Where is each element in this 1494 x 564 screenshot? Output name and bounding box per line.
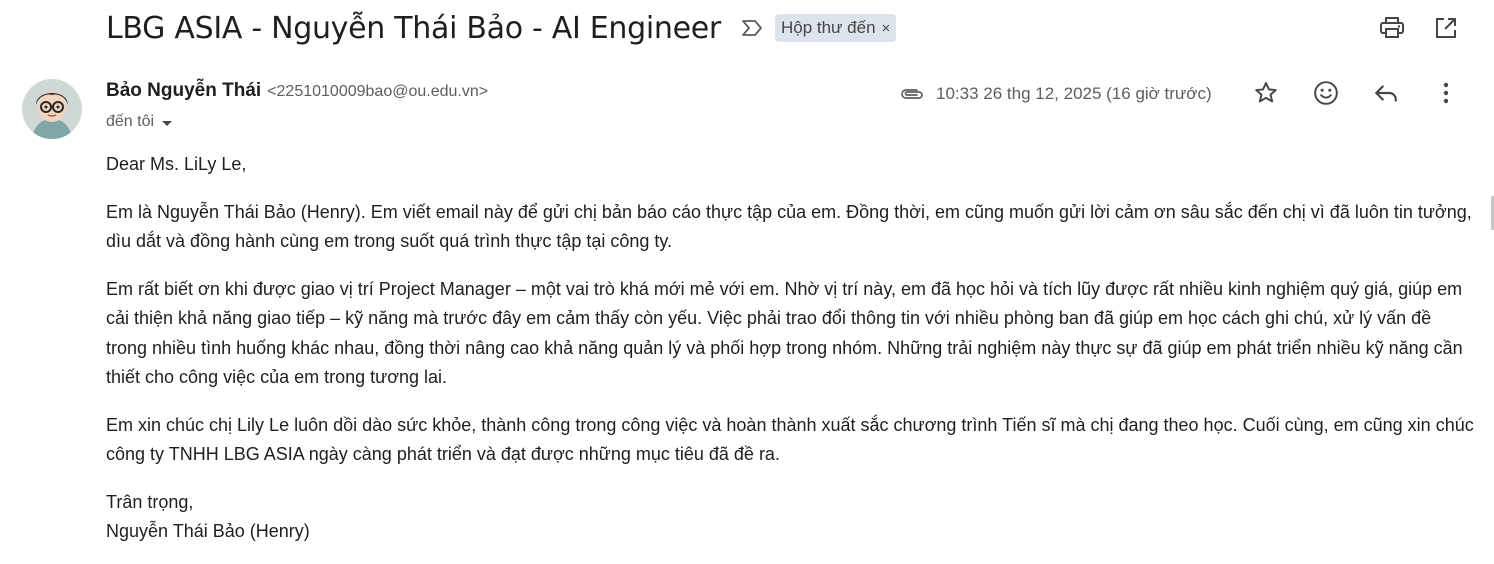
- email-closing: Trân trọng,: [106, 491, 194, 512]
- label-chip-text: Hộp thư đến: [780, 18, 876, 37]
- chevron-down-icon: [162, 120, 173, 126]
- subject-row: LBG ASIA - Nguyễn Thái Bảo - AI Engineer…: [106, 6, 897, 50]
- avatar[interactable]: [22, 79, 82, 139]
- print-icon[interactable]: [1376, 12, 1408, 44]
- message-meta: 10:33 26 thg 12, 2025 (16 giờ trước): [898, 80, 1212, 108]
- message-date: 10:33 26 thg 12, 2025 (16 giờ trước): [936, 84, 1212, 103]
- email-signature: Nguyễn Thái Bảo (Henry): [106, 521, 310, 541]
- email-paragraph: Em là Nguyễn Thái Bảo (Henry). Em viết e…: [106, 201, 1472, 252]
- top-actions: [1376, 12, 1462, 44]
- recipient-details-toggle[interactable]: đến tôi: [106, 113, 173, 131]
- label-chip-inbox[interactable]: Hộp thư đến ×: [774, 14, 897, 42]
- email-greeting: Dear Ms. LiLy Le,: [106, 154, 247, 174]
- star-icon[interactable]: [1250, 77, 1282, 109]
- label-remove-button[interactable]: ×: [882, 20, 891, 37]
- emoji-reaction-icon[interactable]: [1310, 77, 1342, 109]
- email-subject: LBG ASIA - Nguyễn Thái Bảo - AI Engineer: [106, 10, 721, 46]
- reply-icon[interactable]: [1370, 77, 1402, 109]
- sender-email: <2251010009bao@ou.edu.vn>: [267, 83, 489, 100]
- sender-line: Bảo Nguyễn Thái <2251010009bao@ou.edu.vn…: [106, 80, 488, 102]
- more-vertical-icon[interactable]: [1430, 77, 1462, 109]
- recipient-text: đến tôi: [106, 113, 155, 130]
- email-body: Dear Ms. LiLy Le, Em là Nguyễn Thái Bảo …: [106, 150, 1476, 547]
- message-actions: [1250, 77, 1462, 109]
- email-paragraph: Em rất biết ơn khi được giao vị trí Proj…: [106, 278, 1463, 388]
- important-marker-icon[interactable]: [739, 15, 765, 41]
- email-paragraph: Em xin chúc chị Lily Le luôn dồi dào sức…: [106, 414, 1474, 465]
- sender-name[interactable]: Bảo Nguyễn Thái: [106, 80, 261, 102]
- attachment-icon: [898, 82, 926, 106]
- email-view: LBG ASIA - Nguyễn Thái Bảo - AI Engineer…: [0, 0, 1494, 564]
- open-in-new-window-icon[interactable]: [1430, 12, 1462, 44]
